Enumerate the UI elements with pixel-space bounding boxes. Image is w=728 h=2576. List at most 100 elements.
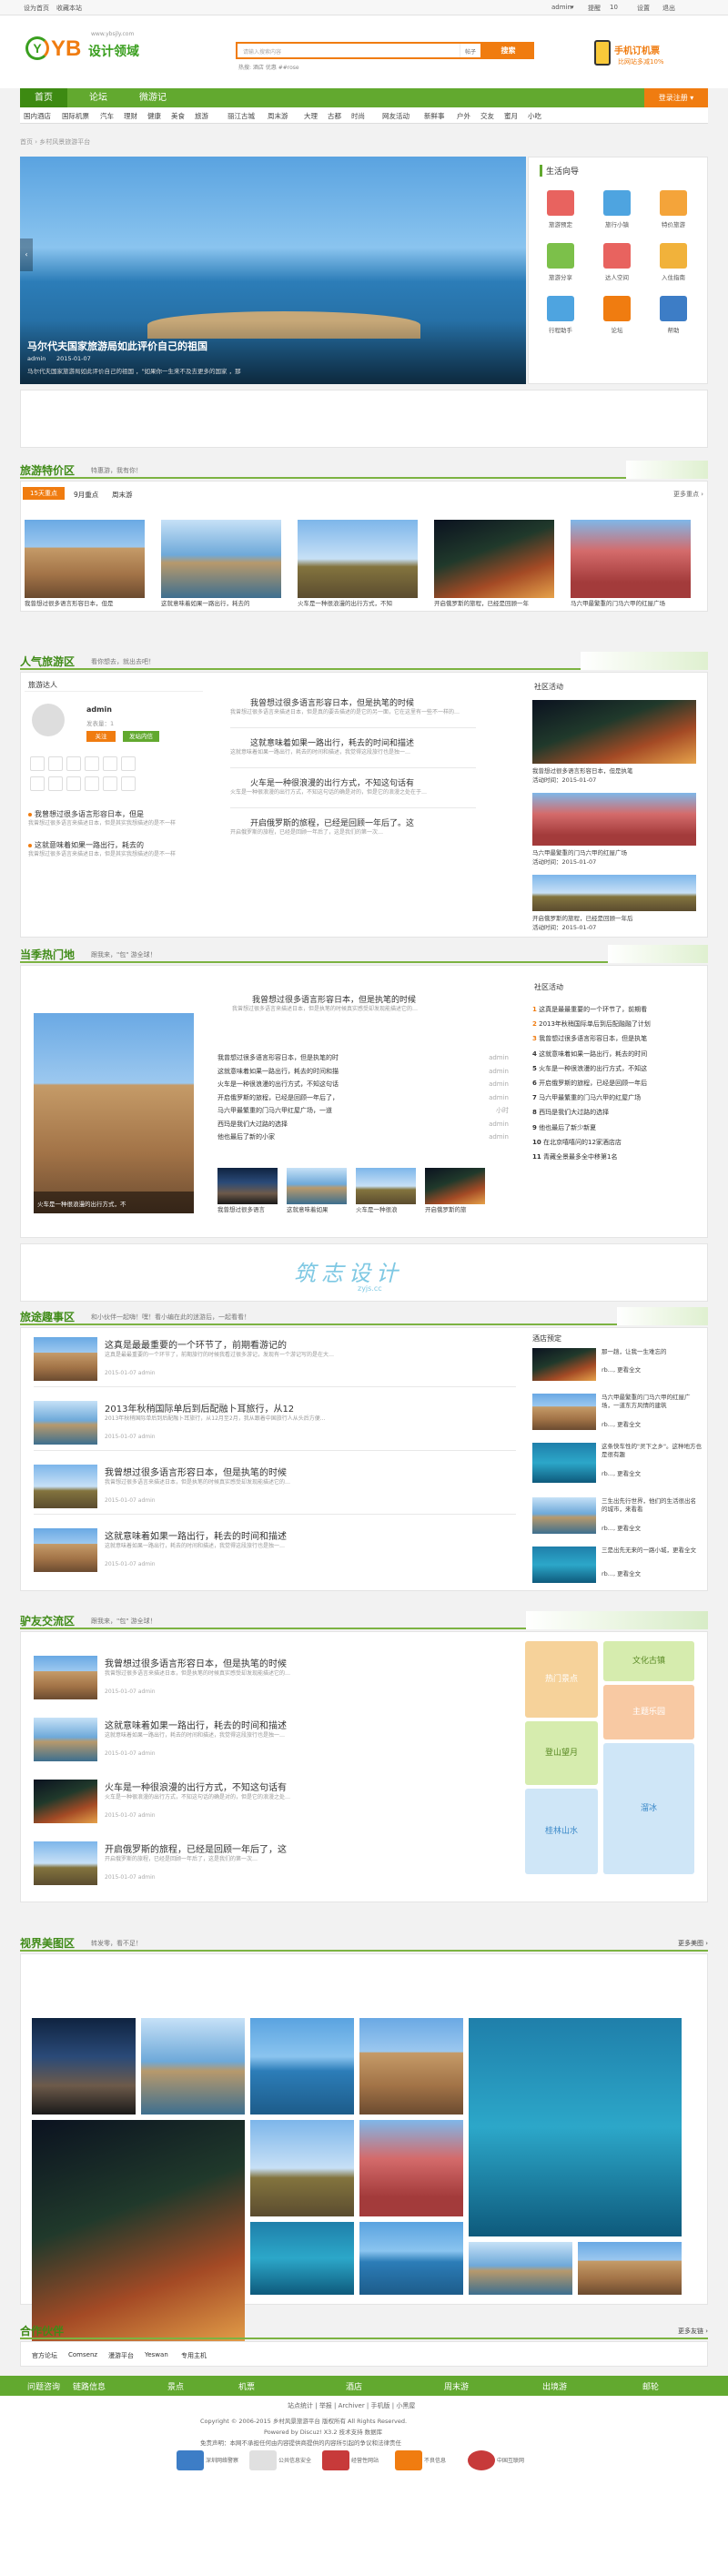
footer-link[interactable]: Archiver bbox=[339, 2402, 365, 2409]
side-item[interactable]: 三是出先无来的一路小城，更看全文 bbox=[602, 1547, 702, 1555]
chevron-down-icon[interactable]: ▾ bbox=[571, 4, 574, 11]
avatar[interactable] bbox=[30, 756, 45, 771]
subnav-item[interactable]: 户外 bbox=[457, 111, 470, 121]
post-image[interactable] bbox=[34, 1337, 97, 1381]
featured-image[interactable]: 火车是一种很浪漫的出行方式，不 bbox=[34, 1013, 194, 1213]
partner-link[interactable]: 专用主机 bbox=[181, 2351, 207, 2360]
security-badge-icon[interactable] bbox=[249, 2450, 277, 2470]
subnav-item[interactable]: 旅游 bbox=[195, 111, 208, 121]
list-item[interactable]: 这就意味着如果一路出行，耗去的时间和描 admin bbox=[217, 1065, 509, 1079]
avatar[interactable] bbox=[121, 756, 136, 771]
community-image[interactable] bbox=[532, 793, 696, 846]
post-image[interactable] bbox=[34, 1718, 97, 1761]
notify-link[interactable]: 提醒 bbox=[588, 4, 601, 13]
list-item[interactable]: 火车是一种很浪漫的出行方式，不知这句话 admin bbox=[217, 1078, 509, 1091]
avatar[interactable] bbox=[103, 756, 117, 771]
list-item[interactable]: 他也最后了新的小家 admin bbox=[217, 1131, 509, 1144]
deal-caption[interactable]: 开启俄罗斯的旅程，已经是回顾一年 bbox=[434, 600, 529, 608]
thumb-caption[interactable]: 我曾想过很多语言 bbox=[217, 1206, 265, 1214]
photo-icon[interactable] bbox=[547, 243, 574, 269]
tab-september[interactable]: 9月重点 bbox=[74, 490, 98, 500]
logout-link[interactable]: 退出 bbox=[662, 4, 675, 13]
hot-item[interactable]: 6 开启俄罗斯的旅程，已经是回顾一年后 bbox=[532, 1076, 703, 1090]
deal-caption[interactable]: 火车是一种很浪漫的出行方式，不知 bbox=[298, 600, 392, 608]
service-label[interactable]: 旅游预定 bbox=[544, 219, 577, 228]
subnav-item[interactable]: 时尚 bbox=[351, 111, 365, 121]
user-icon[interactable] bbox=[603, 243, 631, 269]
service-label[interactable]: 旅游分享 bbox=[544, 272, 577, 281]
plane-icon[interactable] bbox=[603, 190, 631, 216]
deal-image[interactable] bbox=[571, 520, 691, 598]
article-title[interactable]: 我曾想过很多语言形容日本，但是执笔的时候 bbox=[250, 696, 414, 708]
avatar[interactable] bbox=[66, 776, 81, 791]
post-image[interactable] bbox=[34, 1780, 97, 1823]
subnav-item[interactable]: 小吃 bbox=[528, 111, 541, 121]
subnav-item[interactable]: 大理 bbox=[304, 111, 318, 121]
help-icon[interactable] bbox=[660, 296, 687, 321]
hot-item[interactable]: 4 这就意味着如果一路出行，耗去的时间 bbox=[532, 1047, 703, 1061]
subnav-item[interactable]: 网友活动 bbox=[382, 111, 410, 121]
hero-slider[interactable]: ‹ 马尔代夫国家旅游局如此评价自己的祖国 admin 2015-01-07 马尔… bbox=[20, 157, 526, 384]
hot-item[interactable]: 10 在北京嘻嘻问的12家酒店店 bbox=[532, 1135, 703, 1150]
deal-caption[interactable]: 马六甲最繁重的门马六甲的红屋广场 bbox=[571, 600, 665, 608]
post-title[interactable]: 火车是一种很浪漫的出行方式，不知这句话有 bbox=[105, 1780, 287, 1793]
deal-image[interactable] bbox=[298, 520, 418, 598]
thumb-image[interactable] bbox=[287, 1168, 347, 1204]
side-item[interactable]: 那一趟，让我一生难忘的 bbox=[602, 1348, 702, 1356]
gallery-image[interactable] bbox=[250, 2222, 354, 2295]
more-link[interactable]: 更多友链 › bbox=[678, 2327, 708, 2336]
search-button[interactable]: 搜索 bbox=[482, 42, 534, 59]
subnav-item[interactable]: 理财 bbox=[124, 111, 137, 121]
side-image[interactable] bbox=[532, 1348, 596, 1381]
settings-link[interactable]: 设置 bbox=[637, 4, 650, 13]
community-item[interactable]: 开启俄罗斯的旅程，已经是回顾一年后 bbox=[532, 915, 633, 923]
service-label[interactable]: 帮助 bbox=[657, 325, 690, 334]
thumb-image[interactable] bbox=[356, 1168, 416, 1204]
post-image[interactable] bbox=[34, 1401, 97, 1445]
list-item[interactable]: 开启俄罗斯的旅程，已经是回顾一年后了， admin bbox=[217, 1091, 509, 1105]
post-image[interactable] bbox=[34, 1841, 97, 1885]
post-image[interactable] bbox=[34, 1465, 97, 1508]
tile-hot-spots[interactable]: 热门景点 bbox=[525, 1641, 598, 1718]
slider-prev-icon[interactable]: ‹ bbox=[20, 238, 33, 271]
footer-link[interactable]: 站点统计 bbox=[288, 2402, 313, 2409]
subnav-item[interactable]: 周末游 bbox=[268, 111, 288, 121]
partner-link[interactable]: 官方论坛 bbox=[32, 2351, 57, 2360]
gallery-image[interactable] bbox=[32, 2120, 245, 2348]
post-title[interactable]: 我曾想过很多语言形容日本，但是执笔的时候 bbox=[105, 1465, 287, 1478]
tile-theme-park[interactable]: 主题乐园 bbox=[603, 1685, 694, 1739]
bookmark-link[interactable]: 收藏本站 bbox=[56, 4, 82, 13]
avatar[interactable] bbox=[48, 756, 63, 771]
logo-text[interactable]: YB bbox=[51, 36, 81, 62]
tab-forum[interactable]: 论坛 bbox=[75, 88, 122, 107]
footer-link[interactable]: 小黑屋 bbox=[396, 2402, 415, 2409]
police-badge-icon[interactable] bbox=[177, 2450, 204, 2470]
gallery-image[interactable] bbox=[359, 2018, 463, 2115]
side-more[interactable]: rb..., 更看全文 bbox=[602, 1470, 641, 1478]
hot-item[interactable]: 8 西玛是我们大过路的选择 bbox=[532, 1105, 703, 1120]
hero-title[interactable]: 马尔代夫国家旅游局如此评价自己的祖国 bbox=[27, 339, 207, 353]
gallery-image[interactable] bbox=[469, 2018, 682, 2236]
list-item[interactable]: 西玛是我们大过路的选择 admin bbox=[217, 1118, 509, 1131]
article-title[interactable]: 火车是一种很浪漫的出行方式，不知这句话有 bbox=[250, 776, 414, 788]
deal-image[interactable] bbox=[161, 520, 281, 598]
search-input[interactable]: 请输入搜索内容 bbox=[243, 47, 281, 56]
avatar[interactable] bbox=[48, 776, 63, 791]
avatar[interactable] bbox=[121, 776, 136, 791]
side-more[interactable]: rb..., 更看全文 bbox=[602, 1421, 641, 1429]
deal-caption[interactable]: 这就意味着如果一路出行，耗去的 bbox=[161, 600, 250, 608]
search-scope-select[interactable]: 帖子 bbox=[465, 47, 476, 56]
deal-image[interactable] bbox=[25, 520, 145, 598]
post-title[interactable]: 2013年秋稍国际单后到后配融卜耳旅行，从12 bbox=[105, 1401, 294, 1415]
article-title[interactable]: 开启俄罗斯的旅程，已经是回顾一年后了。这 bbox=[250, 816, 414, 828]
list-item[interactable]: 我曾想过很多语言形容日本，但是 bbox=[28, 809, 144, 819]
side-image[interactable] bbox=[532, 1547, 596, 1583]
hot-item[interactable]: 9 他也最后了新少新夏 bbox=[532, 1121, 703, 1135]
side-more[interactable]: rb..., 更看全文 bbox=[602, 1366, 641, 1374]
list-item[interactable]: 这就意味着如果一路出行，耗去的 bbox=[28, 840, 144, 850]
avatar[interactable] bbox=[30, 776, 45, 791]
tab-home[interactable]: 首页 bbox=[20, 88, 67, 107]
partner-link[interactable]: Comsenz bbox=[68, 2351, 97, 2358]
avatar[interactable] bbox=[103, 776, 117, 791]
footer-nav-item[interactable]: 酒店 bbox=[346, 2380, 362, 2392]
